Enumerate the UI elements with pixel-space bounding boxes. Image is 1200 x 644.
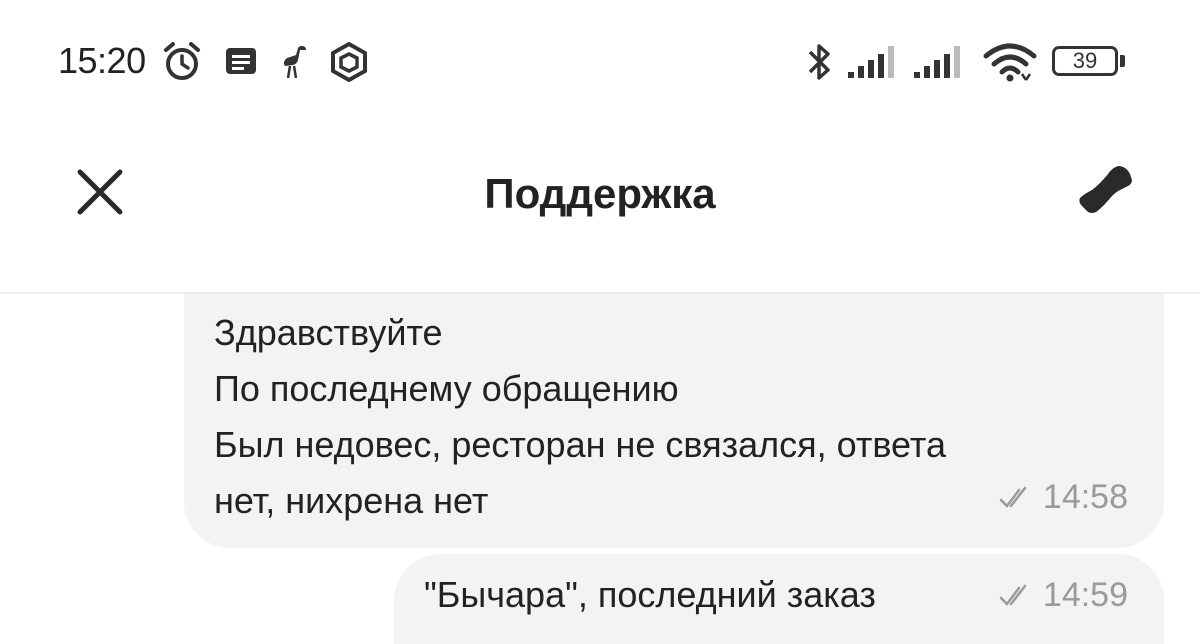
page-title: Поддержка [484,170,716,217]
status-bar: 15:20 39 [0,0,1200,124]
message-time: 14:59 [1042,576,1128,614]
alarm-icon [164,42,200,80]
phone-icon [1079,166,1132,213]
call-button[interactable] [1070,162,1136,224]
chat-header: Поддержка [0,124,1200,292]
battery-icon: 39 [1052,46,1118,76]
signal-icon [848,46,894,78]
message-text-line: Здравствуйте [214,312,443,353]
message-bubble[interactable]: Здравствуйте По последнему обращению Был… [184,294,1164,548]
wifi-icon [983,43,1037,82]
signal-icon [914,46,960,78]
message-time: 14:58 [1042,478,1128,516]
message-meta: 14:59 [999,576,1128,615]
double-check-icon [999,486,1027,508]
message-text-line: Был недовес, ресторан не связался, ответ… [214,424,946,465]
battery-cap [1120,55,1125,67]
message-meta: 14:58 [999,478,1128,517]
double-check-icon [999,584,1027,606]
message-text-line: По последнему обращению [214,368,679,409]
ostrich-icon [283,46,306,79]
message-bubble[interactable]: "Бычара", последний заказ 14:59 [394,554,1164,644]
status-time: 15:20 [58,40,146,81]
hex-app-icon [331,42,367,82]
battery-level: 39 [1072,48,1098,73]
message-icon [226,48,256,74]
bluetooth-icon [808,44,830,80]
message-text-line: нет, нихрена нет [214,480,489,521]
message-text-line: "Бычара", последний заказ [424,574,876,615]
